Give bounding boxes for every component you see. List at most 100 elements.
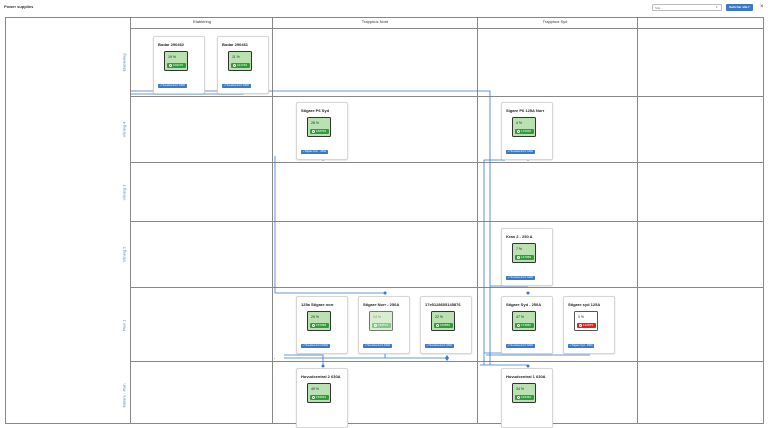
feed-label: Huvudcentral 2 630A — [304, 344, 329, 347]
feed-label: Stigare Syd - 250A — [571, 344, 593, 347]
node-title: Bodar 290462 — [158, 42, 185, 47]
status-dot-icon — [311, 130, 315, 133]
meter-id: 168676 — [378, 323, 389, 327]
meter-id: 100276 — [173, 63, 184, 67]
feed-badge[interactable]: + Huvudcentral 1 630A — [222, 84, 251, 88]
meter-id-badge: 173950 — [515, 323, 534, 328]
load-meter: 29 % 157098 — [307, 311, 331, 331]
meter-id: 176026 — [521, 129, 532, 133]
feed-label: Huvudcentral 1 630A — [509, 276, 534, 279]
node-huvudcentral-2[interactable]: Huvudcentral 2 630A 49 % 193533 — [296, 368, 348, 428]
node-kran-2[interactable]: Kran 2 - 250 A 7 % 147059 + Huvudcentral… — [501, 228, 553, 286]
meter-id: 147059 — [521, 255, 532, 259]
status-dot-icon — [435, 324, 439, 327]
meter-id-badge: 121746 — [231, 63, 250, 68]
meter-id-badge: 132975 — [577, 323, 596, 328]
node-stigare-syd-250a[interactable]: Stigare Syd - 250A 47 % 173950 + Huvudce… — [501, 296, 553, 354]
feed-label: Huvudcentral 1 630A — [161, 84, 186, 87]
feed-label: Stigare Norr - 250A — [304, 150, 327, 153]
status-dot-icon — [516, 396, 520, 399]
load-percent: 22 % — [435, 315, 443, 319]
status-dot-icon — [516, 256, 520, 259]
load-percent: 29 % — [311, 315, 319, 319]
load-percent: 49 % — [311, 387, 319, 391]
meter-id-badge: 168676 — [372, 323, 391, 328]
connection-wires: ‹ — [131, 89, 592, 368]
meter-id: 132975 — [583, 323, 594, 327]
node-stigare-p6-syd[interactable]: Stigare P6 Syd 28 % 168769 + Stigare Nor… — [296, 102, 348, 160]
feed-badge[interactable]: + Huvudcentral 1 630A — [425, 344, 454, 348]
feed-badge[interactable]: + Stigare Syd - 250A — [568, 344, 595, 348]
meter-id-badge: 193493 — [515, 395, 534, 400]
feed-badge[interactable]: + Huvudcentral 2 630A — [301, 344, 330, 348]
load-meter: 22 % 166850 — [431, 311, 455, 331]
status-dot-icon — [373, 324, 377, 327]
load-meter: 47 % 173950 — [512, 311, 536, 331]
feed-badge[interactable]: + Stigare Norr - 250A — [301, 150, 328, 154]
node-stigare-norr-250a[interactable]: Stigare Norr - 250A 24 % 168676 + Huvudc… — [358, 296, 410, 354]
node-bodar-290462[interactable]: Bodar 290462 19 % 100276 + Huvudcentral … — [153, 36, 205, 94]
feed-label: Huvudcentral 1 630A — [509, 150, 534, 153]
meter-id: 157098 — [316, 323, 327, 327]
node-stigare-syd-125a[interactable]: Stigare syd 125A 0 % 132975 + Stigare Sy… — [563, 296, 615, 354]
load-percent: 24 % — [373, 315, 381, 319]
node-title: 17e5128605145876 — [425, 302, 461, 307]
load-meter: 49 % 193533 — [307, 383, 331, 403]
meter-id: 193493 — [521, 395, 532, 399]
load-percent: 47 % — [516, 315, 524, 319]
feed-badge[interactable]: + Huvudcentral 1 630A — [506, 150, 535, 154]
meter-id-badge: 157098 — [310, 323, 329, 328]
meter-id-badge: 166850 — [434, 323, 453, 328]
status-dot-icon — [168, 64, 172, 67]
feed-label: Huvudcentral 1 630A — [428, 344, 453, 347]
meter-id-badge: 147059 — [515, 255, 534, 260]
load-percent: 28 % — [311, 121, 319, 125]
feed-badge[interactable]: + Huvudcentral 1 630A — [506, 344, 535, 348]
load-meter: 24 % 168676 — [369, 311, 393, 331]
load-percent: 11 % — [232, 55, 240, 59]
meter-id-badge: 168769 — [310, 129, 329, 134]
meter-id: 168769 — [316, 129, 327, 133]
load-percent: 34 % — [516, 387, 524, 391]
node-sigare-p6-125a-norr[interactable]: Sigare P6 125A Norr 4 % 176026 + Huvudce… — [501, 102, 553, 160]
node-title: Kran 2 - 250 A — [506, 234, 533, 239]
node-title: Stigare syd 125A — [568, 302, 601, 307]
node-huvudcentral-1[interactable]: Huvudcentral 1 630A 34 % 193493 — [501, 368, 553, 428]
node-title: Sigare P6 125A Norr — [506, 108, 545, 113]
load-meter: 4 % 176026 — [512, 117, 536, 137]
status-dot-icon — [516, 324, 520, 327]
load-meter: 11 % 121746 — [228, 51, 252, 71]
meter-id: 166850 — [440, 323, 451, 327]
node-title: 125a Stigare norr — [301, 302, 334, 307]
status-dot-icon — [311, 324, 315, 327]
node-bodar-290461[interactable]: Bodar 290461 11 % 121746 + Huvudcentral … — [217, 36, 269, 94]
node-125a-stigare-norr[interactable]: 125a Stigare norr 29 % 157098 + Huvudcen… — [296, 296, 348, 354]
feed-badge[interactable]: + Huvudcentral 1 630A — [506, 276, 535, 280]
meter-id-badge: 176026 — [515, 129, 534, 134]
load-meter: 19 % 100276 — [164, 51, 188, 71]
feed-label: Huvudcentral 1 630A — [225, 84, 250, 87]
load-percent: 0 % — [578, 315, 585, 319]
load-percent: 4 % — [516, 121, 523, 125]
feed-label: Huvudcentral 1 630A — [366, 344, 391, 347]
meter-id: 121746 — [237, 63, 248, 67]
load-meter: 0 % 132975 — [574, 311, 598, 331]
node-title: Stigare P6 Syd — [301, 108, 330, 113]
meter-id-badge: 193533 — [310, 395, 329, 400]
feed-badge[interactable]: + Huvudcentral 1 630A — [363, 344, 392, 348]
feed-label: Huvudcentral 1 630A — [509, 344, 534, 347]
meter-id: 193533 — [316, 395, 327, 399]
node-title: Stigare Syd - 250A — [506, 302, 542, 307]
status-dot-icon — [232, 64, 236, 67]
node-title: Stigare Norr - 250A — [363, 302, 400, 307]
meter-id: 173950 — [521, 323, 532, 327]
status-dot-icon — [516, 130, 520, 133]
collapse-arrow-icon: ‹ — [274, 356, 275, 360]
meter-id-badge: 100276 — [167, 63, 186, 68]
load-percent: 19 % — [168, 55, 176, 59]
node-17e5128605145876[interactable]: 17e5128605145876 22 % 166850 + Huvudcent… — [420, 296, 472, 354]
feed-badge[interactable]: + Huvudcentral 1 630A — [158, 84, 187, 88]
load-percent: 7 % — [516, 247, 523, 251]
node-title: Bodar 290461 — [222, 42, 249, 47]
load-meter: 7 % 147059 — [512, 243, 536, 263]
